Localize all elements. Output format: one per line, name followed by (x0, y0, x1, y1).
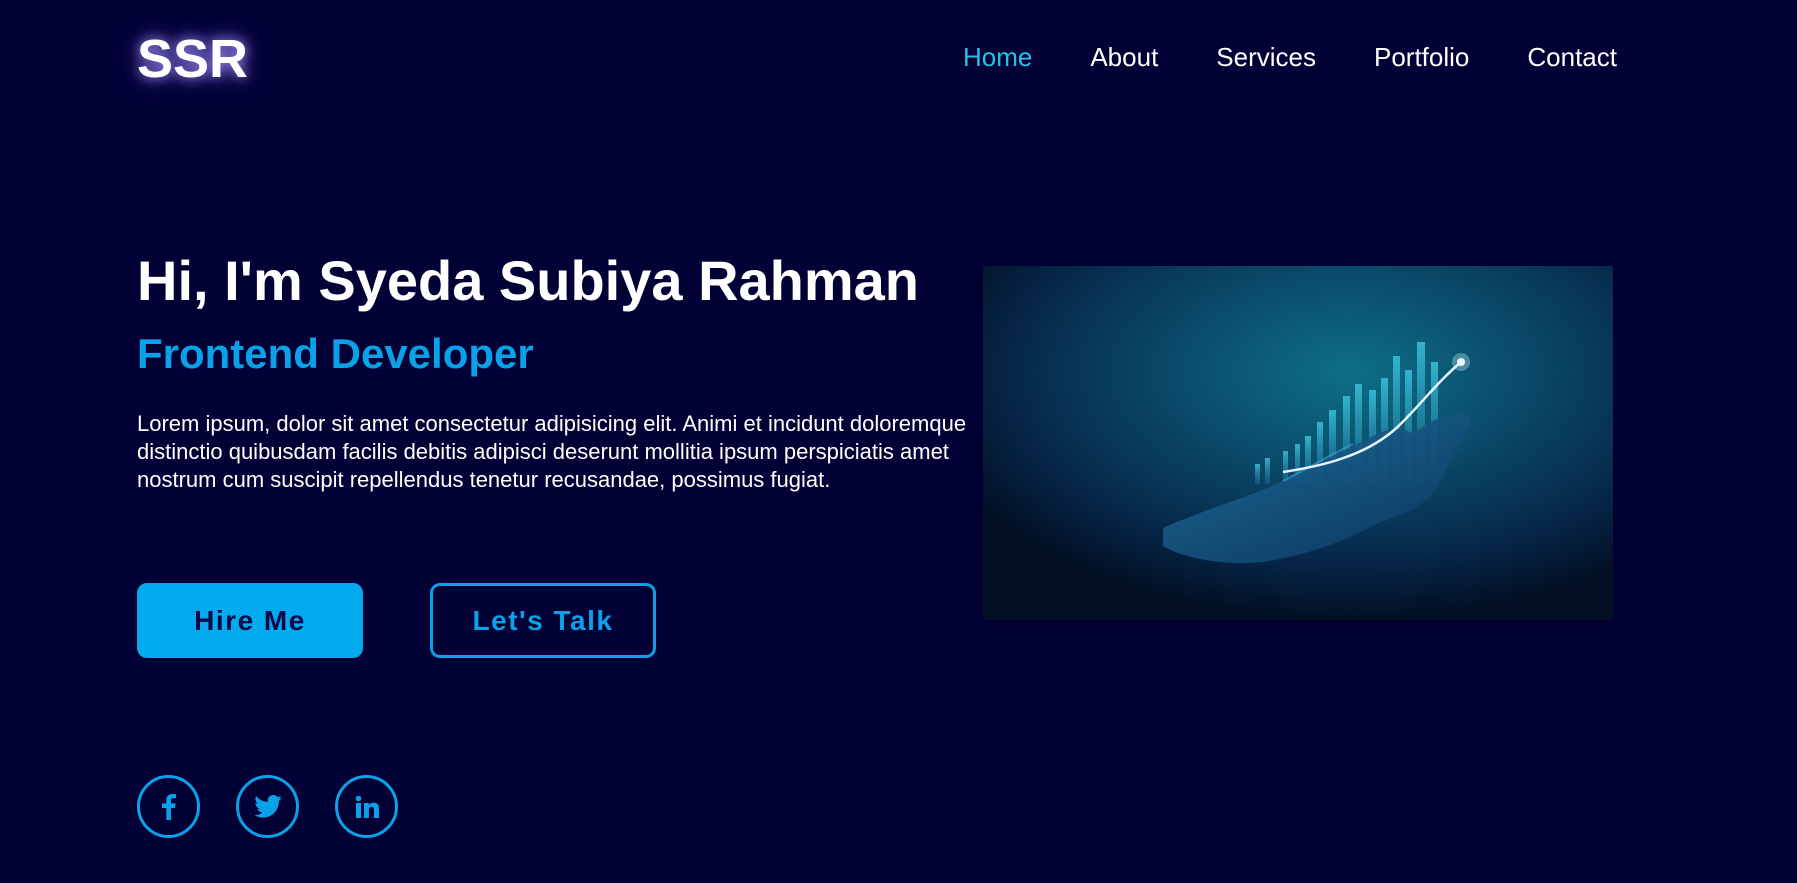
hero-role: Frontend Developer (137, 330, 534, 377)
hero-description: Lorem ipsum, dolor sit amet consectetur … (137, 411, 967, 492)
twitter-link[interactable] (236, 775, 299, 838)
facebook-link[interactable] (137, 775, 200, 838)
nav-services[interactable]: Services (1216, 40, 1316, 74)
nav-portfolio[interactable]: Portfolio (1374, 40, 1469, 74)
social-links (137, 775, 398, 838)
twitter-icon (253, 795, 282, 818)
main-nav: Home About Services Portfolio Contact (963, 40, 1617, 74)
page: SSR Home About Services Portfolio Contac… (0, 0, 1797, 883)
hire-me-button[interactable]: Hire Me (137, 583, 363, 658)
site-logo[interactable]: SSR (137, 28, 248, 90)
nav-about[interactable]: About (1090, 40, 1158, 74)
facebook-icon (161, 793, 176, 820)
hero-title: Hi, I'm Syeda Subiya Rahman (137, 249, 920, 312)
linkedin-icon (355, 795, 379, 819)
nav-home[interactable]: Home (963, 40, 1032, 74)
growth-chart-hand-image (983, 266, 1613, 620)
lets-talk-button[interactable]: Let's Talk (430, 583, 656, 658)
linkedin-link[interactable] (335, 775, 398, 838)
nav-contact[interactable]: Contact (1527, 40, 1617, 74)
